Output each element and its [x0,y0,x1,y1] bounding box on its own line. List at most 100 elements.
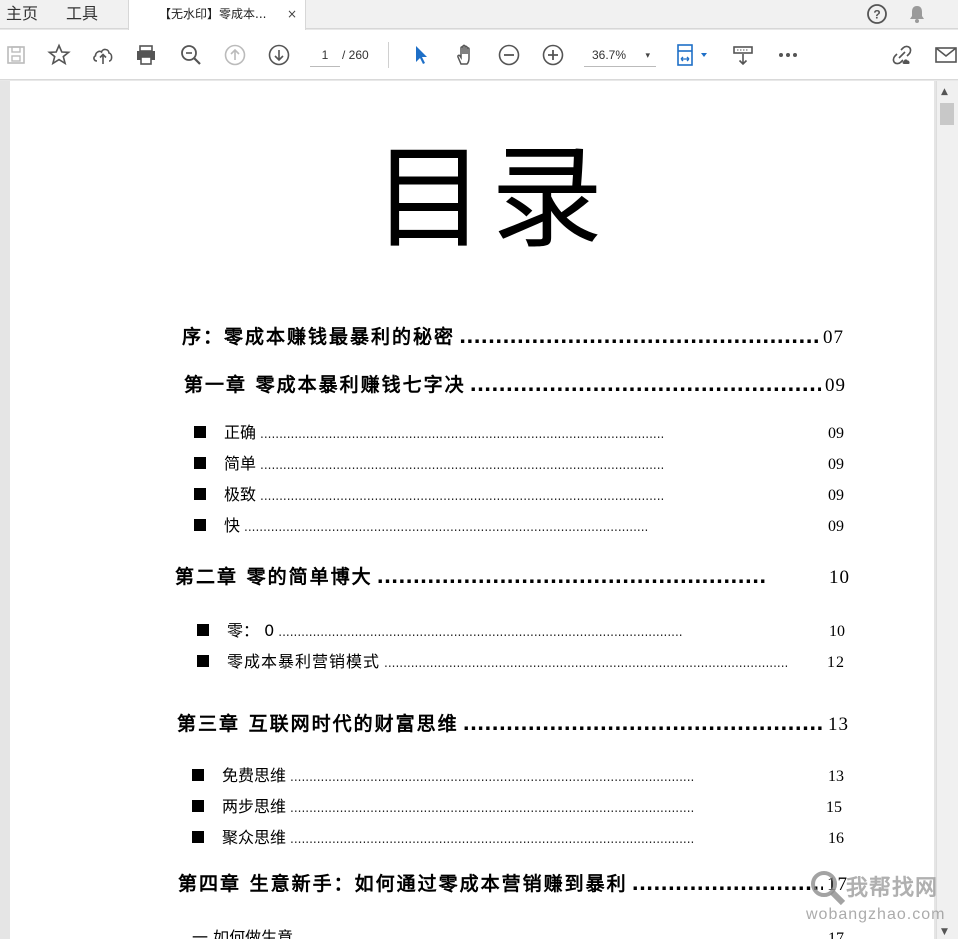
toc-leader-dots: ........................................… [297,932,702,939]
toc-entry[interactable]: 零： 0 ...................................… [197,617,845,641]
toc-entry-text: 第三章 互联网时代的财富思维 [177,713,459,735]
tab-home[interactable]: 主页 [6,0,38,29]
bullet-square-icon [194,488,206,500]
toc-entry[interactable]: 简单 .....................................… [194,450,844,474]
toc-entry[interactable]: 第一章 零成本暴利赚钱七字决 .........................… [184,370,846,397]
zoom-out-icon[interactable] [496,42,522,68]
toc-entry-text: 第一章 零成本暴利赚钱七字决 [184,374,466,396]
watermark-title: 我帮找网 [846,876,939,901]
toc-page-number: 12 [827,654,845,671]
page-total: / 260 [342,48,369,62]
close-tab-icon[interactable]: × [287,0,297,29]
document-viewer[interactable]: 目录 序：零成本赚钱最暴利的秘密 .......................… [0,81,958,939]
tab-document[interactable]: 【无水印】零成本... × [128,0,306,30]
hand-icon[interactable] [452,42,478,68]
toc-page-number: 15 [826,799,842,816]
toc-page-number: 07 [823,327,844,348]
toc-entry-text: 零： 0 [227,621,275,640]
toc-entry[interactable]: 第四章 生意新手：如何通过零成本营销赚到暴利 .................… [178,869,848,896]
toc-entry-text: 正确 [224,423,257,442]
toc-leader-dots: ........................................… [260,427,665,441]
bullet-square-icon [192,769,204,781]
toc-entry-text: 序：零成本赚钱最暴利的秘密 [182,326,456,348]
toc-entry[interactable]: 两步思维 ...................................… [192,793,842,817]
cursor-icon[interactable] [408,42,434,68]
watermark-url: wobangzhao.com [806,906,946,923]
toc-page-number: 09 [828,425,844,442]
toc-entry[interactable]: 一 如何做生意 ................................… [192,924,844,939]
zoom-in-icon[interactable] [540,42,566,68]
toc-entry[interactable]: 免费思维 ...................................… [192,762,844,786]
mail-icon[interactable] [933,42,958,68]
fit-page-icon[interactable] [674,42,712,68]
toolbar-divider [388,42,389,68]
toc-entry-text: 第二章 零的简单博大 [175,566,373,588]
toc-entry[interactable]: 第二章 零的简单博大 .............................… [175,562,850,589]
toc-entry-text: 第四章 生意新手：如何通过零成本营销赚到暴利 [178,873,628,895]
toc-entry[interactable]: 序：零成本赚钱最暴利的秘密 ..........................… [182,322,844,349]
toc-leader-dots: ........................................… [462,713,824,735]
bullet-square-icon [192,800,204,812]
toc-entry[interactable]: 零成本暴利营销模式 ..............................… [197,648,845,672]
toc-leader-dots: ........................................… [290,770,695,784]
arrow-up-circle-icon[interactable] [222,42,248,68]
scroll-up-arrow-icon[interactable]: ▲ [941,87,948,97]
bullet-square-icon [192,831,204,843]
toc-leader-dots: ........................................… [376,566,767,588]
tab-tools[interactable]: 工具 [66,0,98,29]
save-icon[interactable] [3,42,29,68]
print-icon[interactable] [133,42,159,68]
toc-leader-dots: ........................................… [290,801,695,815]
toolbar: 1 / 260 36.7% ▾ [0,30,958,80]
toc-page-number: 09 [828,518,844,535]
page-number-input[interactable]: 1 [310,43,340,67]
toc-leader-dots: ........................................… [278,625,683,639]
link-cloud-icon[interactable] [889,42,915,68]
bullet-square-icon [194,426,206,438]
site-watermark: 我帮找网 wobangzhao.com [806,866,958,936]
toc-entry[interactable]: 正确 .....................................… [194,419,844,443]
toc-leader-dots: ........................................… [260,489,665,503]
toc-entry-text: 免费思维 [222,766,287,785]
zoom-search-icon[interactable] [178,42,204,68]
help-icon[interactable]: ? [866,3,888,25]
toc-entry[interactable]: 第三章 互联网时代的财富思维 .........................… [177,709,849,736]
toc-entry-text: 一 如何做生意 [192,928,294,939]
document-page: 目录 序：零成本赚钱最暴利的秘密 .......................… [10,81,934,939]
page-title: 目录 [373,134,609,264]
toc-page-number: 13 [828,714,849,735]
bullet-square-icon [197,624,209,636]
scroll-mode-icon[interactable] [730,42,756,68]
zoom-select[interactable]: 36.7% ▾ [584,43,656,67]
toc-page-number: 13 [828,768,844,785]
bullet-square-icon [194,457,206,469]
toc-page-number: 10 [829,567,850,588]
toc-entry-text: 快 [224,516,241,535]
bullet-square-icon [194,519,206,531]
toc-page-number: 10 [829,623,845,640]
toc-leader-dots: ........................................… [459,326,819,348]
toc-entry[interactable]: 聚众思维 ...................................… [192,824,844,848]
magnifier-logo-icon [811,871,846,906]
vertical-scrollbar[interactable]: ▲ ▼ [936,81,958,939]
toc-leader-dots: ........................................… [244,520,649,534]
toc-entry-text: 两步思维 [222,797,287,816]
toc-entry-text: 聚众思维 [222,828,287,847]
bell-icon[interactable] [906,3,928,25]
svg-text:?: ? [873,8,880,22]
more-icon[interactable] [775,42,801,68]
toc-leader-dots: ........................................… [260,458,665,472]
toc-entry[interactable]: 极致 .....................................… [194,481,844,505]
toc-page-number: 09 [828,487,844,504]
zoom-value: 36.7% [592,48,627,62]
star-icon[interactable] [46,42,72,68]
toc-leader-dots: ........................................… [290,832,695,846]
arrow-down-circle-icon[interactable] [266,42,292,68]
toc-entry[interactable]: 快 ......................................… [194,512,844,536]
upload-cloud-icon[interactable] [90,42,116,68]
toc-entry-text: 简单 [224,454,257,473]
toc-leader-dots: ........................................… [631,873,823,895]
tab-document-label: 【无水印】零成本... [159,7,267,21]
scroll-thumb[interactable] [940,103,954,125]
toc-leader-dots: ........................................… [384,656,789,670]
